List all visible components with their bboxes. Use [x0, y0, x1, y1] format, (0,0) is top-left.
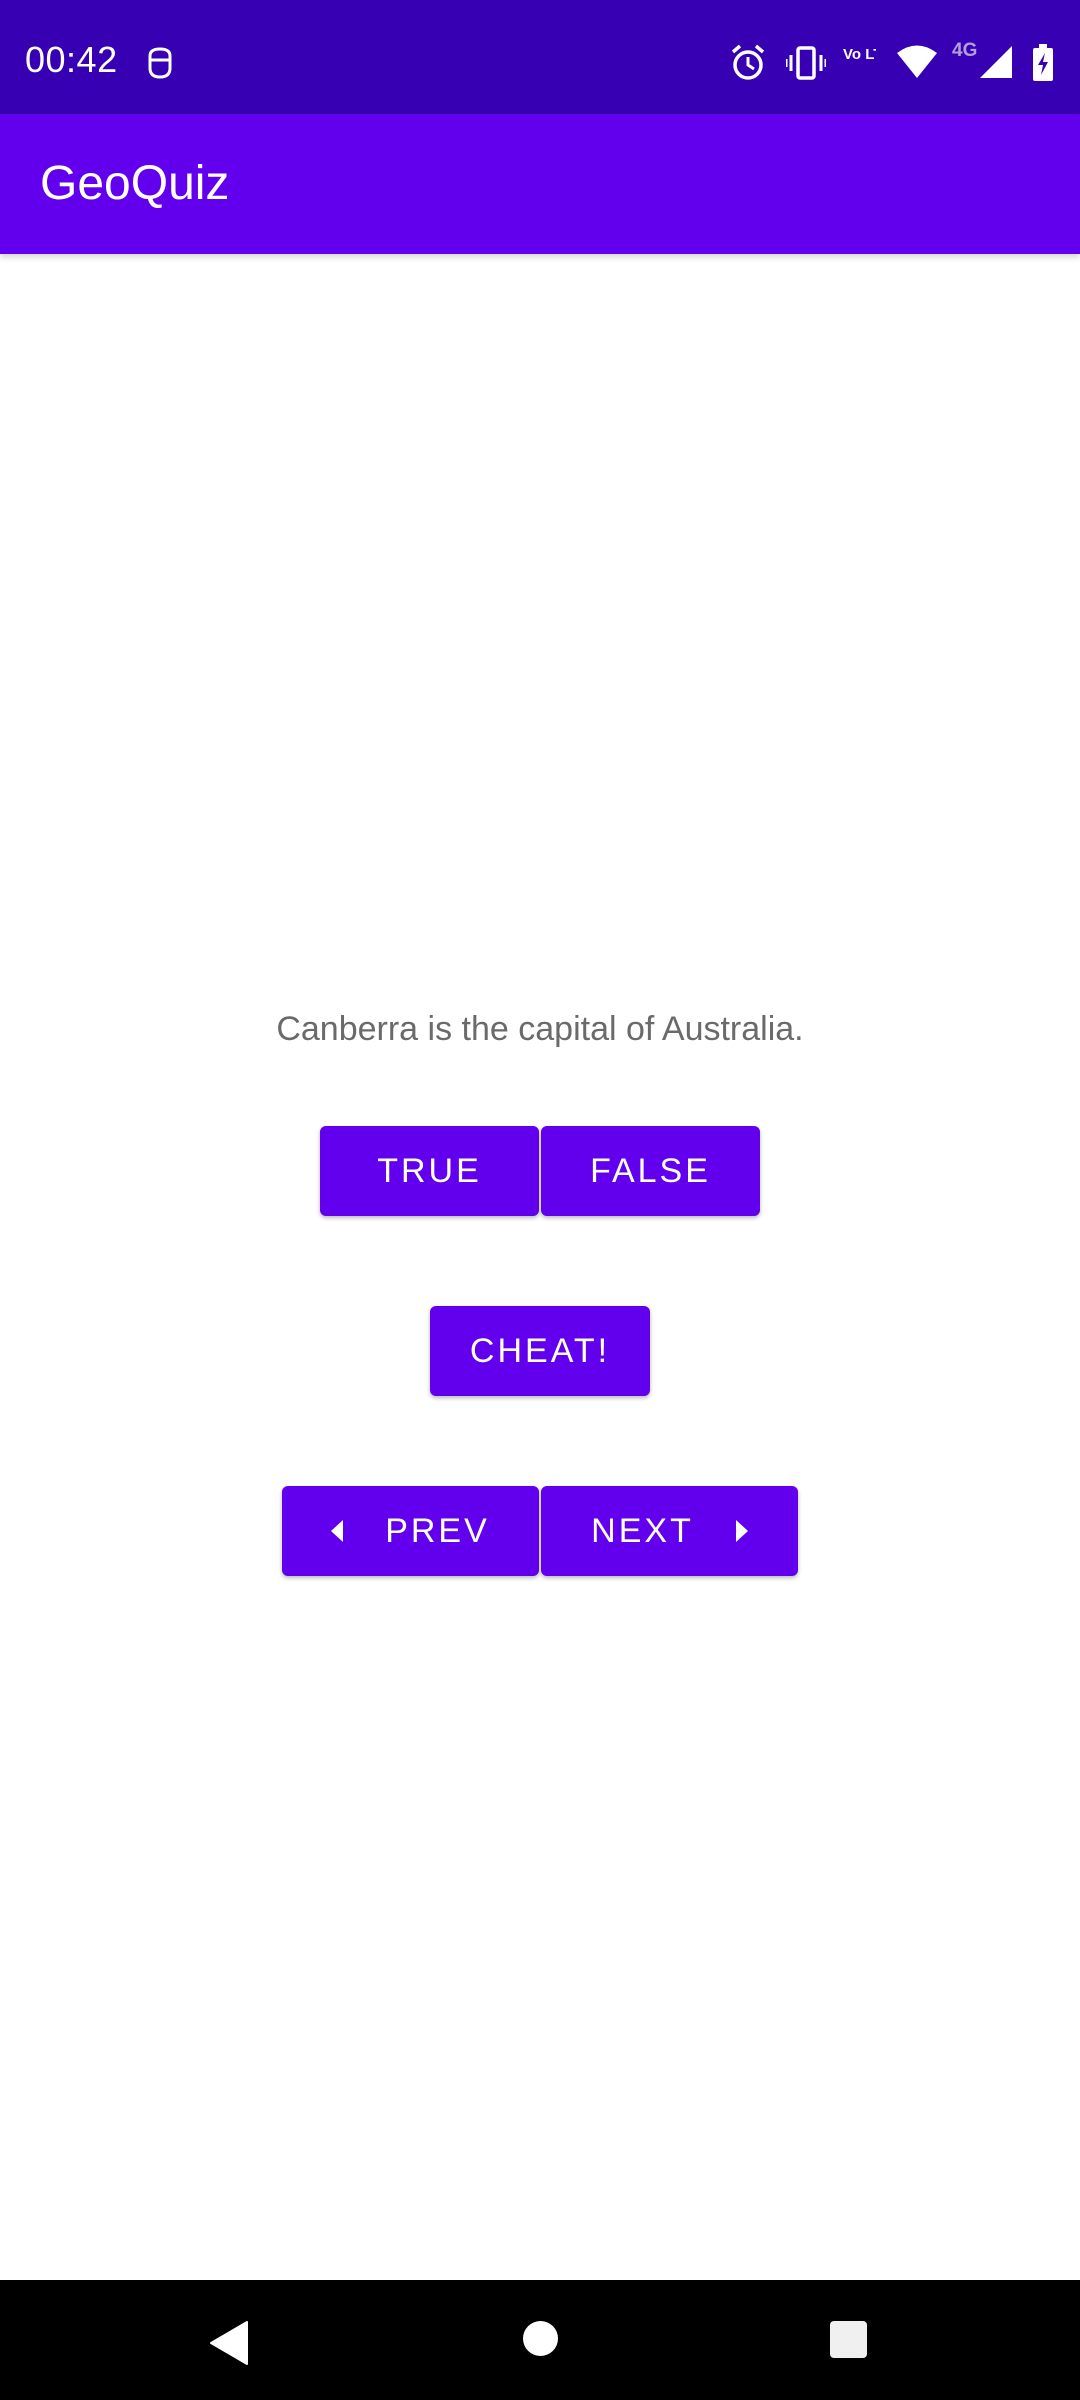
true-button-label: TRUE	[377, 1152, 482, 1190]
false-button-label: FALSE	[590, 1152, 711, 1190]
vibrate-icon	[786, 46, 826, 80]
status-icons: Vo LTE 4G	[730, 40, 1060, 84]
network-type-label: 4G	[952, 40, 978, 61]
question-text: Canberra is the capital of Australia.	[276, 1010, 804, 1048]
face-unlock-icon	[148, 47, 172, 79]
cellular-signal-icon	[980, 46, 1012, 78]
volte-icon: Vo LTE	[843, 46, 876, 63]
app-bar: GeoQuiz	[0, 114, 1080, 254]
alarm-icon	[731, 44, 765, 80]
cheat-button-label: CHEAT!	[469, 1332, 611, 1370]
next-button-label: NEXT	[591, 1512, 694, 1550]
recents-icon[interactable]	[830, 2321, 867, 2358]
battery-charging-icon	[1033, 44, 1053, 81]
prev-button[interactable]: PREV	[282, 1486, 539, 1576]
volte-label: Vo LTE	[843, 46, 876, 63]
cheat-button[interactable]: CHEAT!	[430, 1306, 650, 1396]
false-button[interactable]: FALSE	[541, 1126, 760, 1216]
app-title: GeoQuiz	[40, 157, 230, 210]
back-icon[interactable]	[209, 2320, 249, 2366]
home-icon[interactable]	[523, 2321, 558, 2356]
wifi-icon	[897, 45, 937, 78]
status-time: 00:42	[25, 39, 118, 80]
next-button[interactable]: NEXT	[541, 1486, 798, 1576]
arrow-right-icon	[735, 1520, 748, 1542]
arrow-left-icon	[331, 1520, 344, 1542]
status-bar: 00:42 Vo LTE 4G	[0, 0, 1080, 114]
prev-button-label: PREV	[385, 1512, 490, 1550]
true-button[interactable]: TRUE	[320, 1126, 539, 1216]
